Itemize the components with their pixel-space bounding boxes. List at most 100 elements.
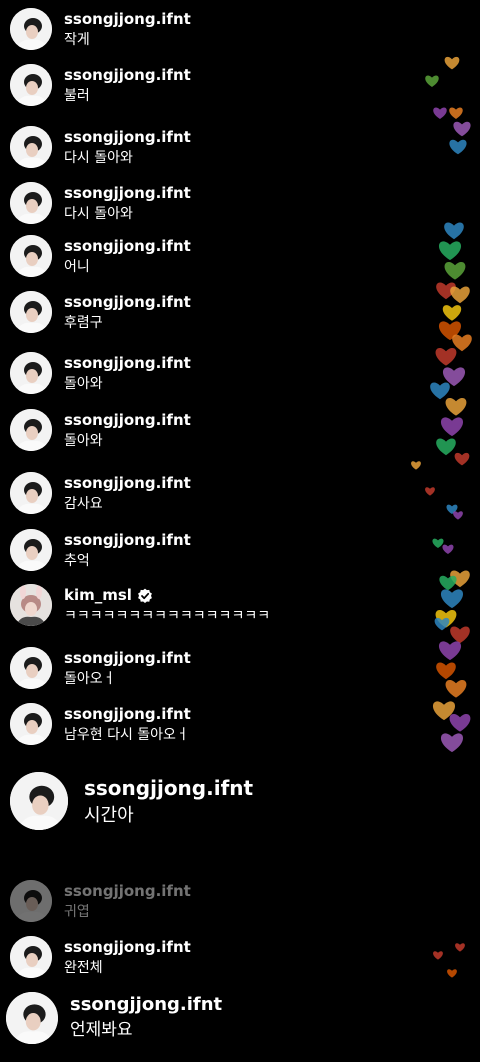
heart-icon [449, 713, 471, 732]
heart-icon [440, 417, 464, 437]
comment-username[interactable]: ssongjjong.ifnt [84, 776, 253, 800]
comment-item: ssongjjong.ifnt 돌아오ㅓ [10, 647, 191, 689]
heart-icon [436, 438, 456, 456]
heart-icon [442, 367, 466, 387]
heart-icon [453, 121, 471, 137]
avatar[interactable] [10, 126, 52, 168]
comment-item: ssongjjong.ifnt 귀엽 [10, 880, 191, 922]
comment-username[interactable]: ssongjjong.ifnt [64, 66, 191, 85]
comment-username[interactable]: ssongjjong.ifnt [64, 293, 191, 312]
comment-text: 완전체 [64, 960, 103, 976]
comment-text: 감사요 [64, 496, 103, 512]
comment-item: ssongjjong.ifnt 남우현 다시 돌아오ㅓ [10, 703, 191, 745]
heart-icon [411, 461, 421, 470]
comment-username[interactable]: ssongjjong.ifnt [64, 938, 191, 957]
heart-icon [445, 397, 467, 416]
avatar[interactable] [10, 352, 52, 394]
heart-icon [435, 609, 457, 628]
comment-username[interactable]: ssongjjong.ifnt [64, 237, 191, 256]
comment-item: ssongjjong.ifnt 돌아와 [10, 409, 191, 451]
comment-text: 추억 [64, 553, 90, 569]
comment-text: 불러 [64, 88, 90, 104]
heart-icon [445, 679, 467, 698]
heart-icon [425, 487, 435, 496]
comment-username[interactable]: ssongjjong.ifnt [64, 10, 191, 29]
avatar[interactable] [6, 992, 58, 1044]
heart-icon [450, 286, 470, 304]
heart-icon [432, 701, 456, 721]
heart-icon [438, 241, 462, 261]
heart-icon [433, 107, 447, 119]
comment-username[interactable]: ssongjjong.ifnt [64, 474, 191, 493]
heart-icon [444, 261, 466, 280]
heart-icon [436, 662, 456, 680]
heart-icon [444, 56, 460, 70]
avatar[interactable] [10, 936, 52, 978]
avatar[interactable] [10, 703, 52, 745]
avatar[interactable] [10, 409, 52, 451]
avatar[interactable] [10, 182, 52, 224]
comment-item: ssongjjong.ifnt 완전체 [10, 936, 191, 978]
comment-username[interactable]: ssongjjong.ifnt [64, 411, 191, 430]
heart-icon [442, 544, 454, 555]
heart-icon [425, 75, 439, 87]
avatar[interactable] [10, 529, 52, 571]
heart-icon [450, 570, 470, 588]
comment-username[interactable]: ssongjjong.ifnt [70, 994, 222, 1016]
heart-icon [440, 733, 464, 753]
comment-username[interactable]: ssongjjong.ifnt [64, 882, 191, 901]
avatar[interactable] [10, 291, 52, 333]
comment-item: ssongjjong.ifnt 감사요 [10, 472, 191, 514]
heart-icon [439, 575, 457, 591]
heart-icon [435, 347, 457, 366]
comment-username[interactable]: kim_msl [64, 586, 270, 605]
heart-icon [436, 282, 456, 300]
comment-username[interactable]: ssongjjong.ifnt [64, 354, 191, 373]
comment-username[interactable]: ssongjjong.ifnt [64, 531, 191, 550]
comment-item: ssongjjong.ifnt 다시 돌아와 [10, 126, 191, 168]
heart-icon [446, 504, 458, 515]
verified-badge-icon [137, 588, 153, 604]
comment-text: 돌아와 [64, 376, 103, 392]
username-label[interactable]: kim_msl [64, 586, 132, 605]
avatar[interactable] [10, 64, 52, 106]
avatar[interactable] [10, 647, 52, 689]
comment-text: 작게 [64, 32, 90, 48]
heart-icon [432, 538, 444, 549]
comment-username[interactable]: ssongjjong.ifnt [64, 649, 191, 668]
comment-text: ㅋㅋㅋㅋㅋㅋㅋㅋㅋㅋㅋㅋㅋㅋㅋㅋ [64, 608, 271, 624]
comment-text: 다시 돌아와 [64, 206, 133, 222]
avatar[interactable] [10, 584, 52, 626]
heart-icon [453, 511, 463, 520]
heart-icon [455, 943, 465, 952]
avatar[interactable] [10, 472, 52, 514]
comment-username[interactable]: ssongjjong.ifnt [64, 705, 191, 724]
comment-item-featured: ssongjjong.ifnt 언제봐요 [6, 992, 222, 1044]
heart-icon [454, 452, 470, 466]
comment-item-featured: ssongjjong.ifnt 시간아 [10, 772, 253, 830]
avatar[interactable] [10, 880, 52, 922]
heart-icon [444, 222, 464, 240]
heart-icon [442, 305, 462, 321]
comment-item: ssongjjong.ifnt 돌아와 [10, 352, 191, 394]
heart-icon [438, 321, 462, 341]
comment-text: 언제봐요 [70, 1020, 133, 1040]
avatar[interactable] [10, 772, 68, 830]
heart-icon [430, 382, 450, 400]
comment-text: 귀엽 [64, 904, 90, 920]
comment-username[interactable]: ssongjjong.ifnt [64, 184, 191, 203]
comment-text: 시간아 [84, 805, 134, 826]
heart-icon [450, 626, 470, 644]
heart-icon [440, 589, 464, 609]
heart-icon [438, 641, 462, 661]
comment-text: 남우현 다시 돌아오ㅓ [64, 727, 189, 743]
heart-icon [449, 139, 467, 155]
comment-item: ssongjjong.ifnt 어니 [10, 235, 191, 277]
comment-item: ssongjjong.ifnt 불러 [10, 64, 191, 106]
comment-item: ssongjjong.ifnt 작게 [10, 8, 191, 50]
heart-icon [434, 617, 450, 631]
comment-username[interactable]: ssongjjong.ifnt [64, 128, 191, 147]
heart-icon [447, 969, 457, 978]
avatar[interactable] [10, 235, 52, 277]
avatar[interactable] [10, 8, 52, 50]
